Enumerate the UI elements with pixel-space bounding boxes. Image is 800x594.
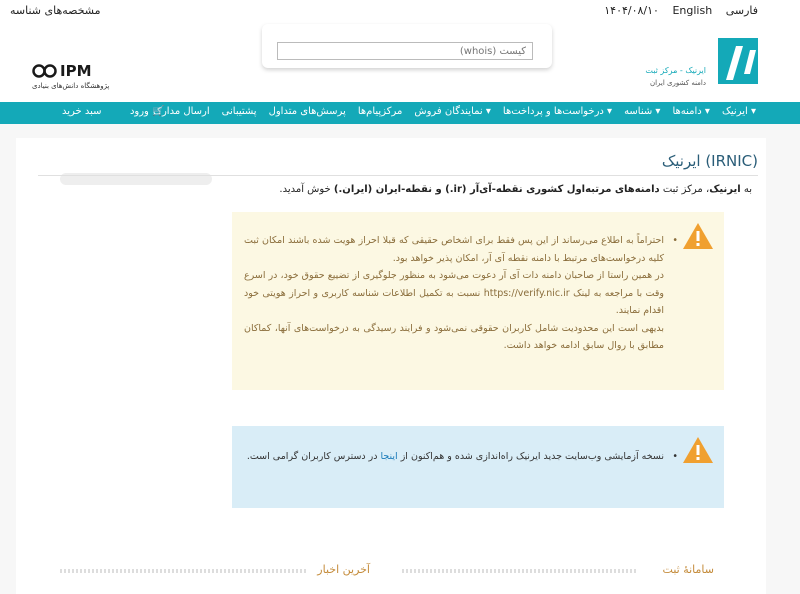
whois-input[interactable] — [277, 42, 533, 60]
whois-search-box — [262, 24, 552, 68]
warning-paragraph-3: بدیهی است این محدودیت شامل کاربران حقوقی… — [244, 322, 664, 352]
cart-link[interactable]: سبد خرید — [62, 106, 102, 117]
main-nav: ایرنیک ▾ دامنه‌ها ▾ شناسه ▾ درخواست‌ها و… — [0, 102, 800, 124]
irnic-name: ایرنیک - مرکز ثبت — [645, 66, 706, 75]
nav-item-messages[interactable]: مرکزپیام‌ها — [358, 106, 403, 117]
nav-item-requests[interactable]: درخواست‌ها و پرداخت‌ها ▾ — [503, 106, 612, 117]
ipm-rings-icon — [32, 64, 57, 78]
nav-item-support[interactable]: پشتیبانی — [222, 106, 257, 117]
lang-english-link[interactable]: English — [672, 4, 712, 17]
warning-icon — [683, 223, 713, 249]
welcome-domains: دامنه‌های مرتبه‌اول کشوری نقطه-آی‌آر (ir… — [333, 184, 660, 195]
section-title-register: سامانهٔ ثبت — [662, 563, 714, 576]
top-links: ۱۴۰۴/۰۸/۱۰ English فارسی — [594, 4, 758, 17]
nav-item-resellers[interactable]: نمایندگان فروش ▾ — [414, 106, 491, 117]
date-text: ۱۴۰۴/۰۸/۱۰ — [604, 4, 659, 17]
section-divider-news — [60, 569, 308, 573]
cart-icon[interactable]: 🛒 — [152, 106, 164, 117]
nav-item-irnic[interactable]: ایرنیک ▾ — [722, 106, 756, 117]
warning-alert-text: • احتراماً به اطلاع می‌رساند از این پس ف… — [244, 232, 678, 355]
ipm-logo[interactable]: IPM پژوهشگاه دانش‌های بنیادی — [32, 62, 112, 94]
handle-link[interactable]: مشخصه‌های شناسه — [10, 4, 101, 17]
ipm-mark: IPM — [60, 62, 92, 80]
welcome-irnic: ایرنیک — [709, 184, 741, 195]
warning-icon — [683, 437, 713, 463]
warning-paragraph-1: احتراماً به اطلاع می‌رساند از این پس فقط… — [244, 235, 664, 264]
login-link[interactable]: ورود — [130, 106, 149, 117]
section-divider-register — [402, 569, 636, 573]
info-alert-text: • نسخه آزمایشی وب‌سایت جدید ایرنیک راه‌ا… — [246, 451, 678, 462]
nav-item-faq[interactable]: پرسش‌های متداول — [269, 106, 346, 117]
ipm-subtitle: پژوهشگاه دانش‌های بنیادی — [32, 82, 110, 90]
top-bar: ۱۴۰۴/۰۸/۱۰ English فارسی مشخصه‌های شناسه — [0, 0, 800, 22]
title-divider — [38, 175, 758, 176]
lang-farsi-link[interactable]: فارسی — [726, 4, 758, 17]
nav-item-domains[interactable]: دامنه‌ها ▾ — [672, 106, 710, 117]
welcome-text: به ایرنیک، مرکز ثبت دامنه‌های مرتبه‌اول … — [279, 184, 752, 195]
irnic-logo[interactable]: ایرنیک - مرکز ثبت دامنه کشوری ایران — [640, 34, 762, 94]
warning-paragraph-2: در همین راستا از صاحبان دامنه دات آی آر … — [244, 270, 664, 316]
info-alert: • نسخه آزمایشی وب‌سایت جدید ایرنیک راه‌ا… — [232, 426, 724, 508]
nav-menu: ایرنیک ▾ دامنه‌ها ▾ شناسه ▾ درخواست‌ها و… — [141, 106, 756, 117]
nav-item-handle[interactable]: شناسه ▾ — [624, 106, 660, 117]
section-title-news: آخرین اخبار — [317, 563, 370, 576]
irnic-subtitle: دامنه کشوری ایران — [649, 79, 706, 87]
nav-left: ورود سبد خرید 🛒 — [62, 106, 165, 117]
new-site-link[interactable]: اینجا — [381, 451, 398, 462]
warning-alert: • احتراماً به اطلاع می‌رساند از این پس ف… — [232, 212, 724, 390]
page-title: ایرنیک (IRNIC) — [661, 152, 758, 170]
